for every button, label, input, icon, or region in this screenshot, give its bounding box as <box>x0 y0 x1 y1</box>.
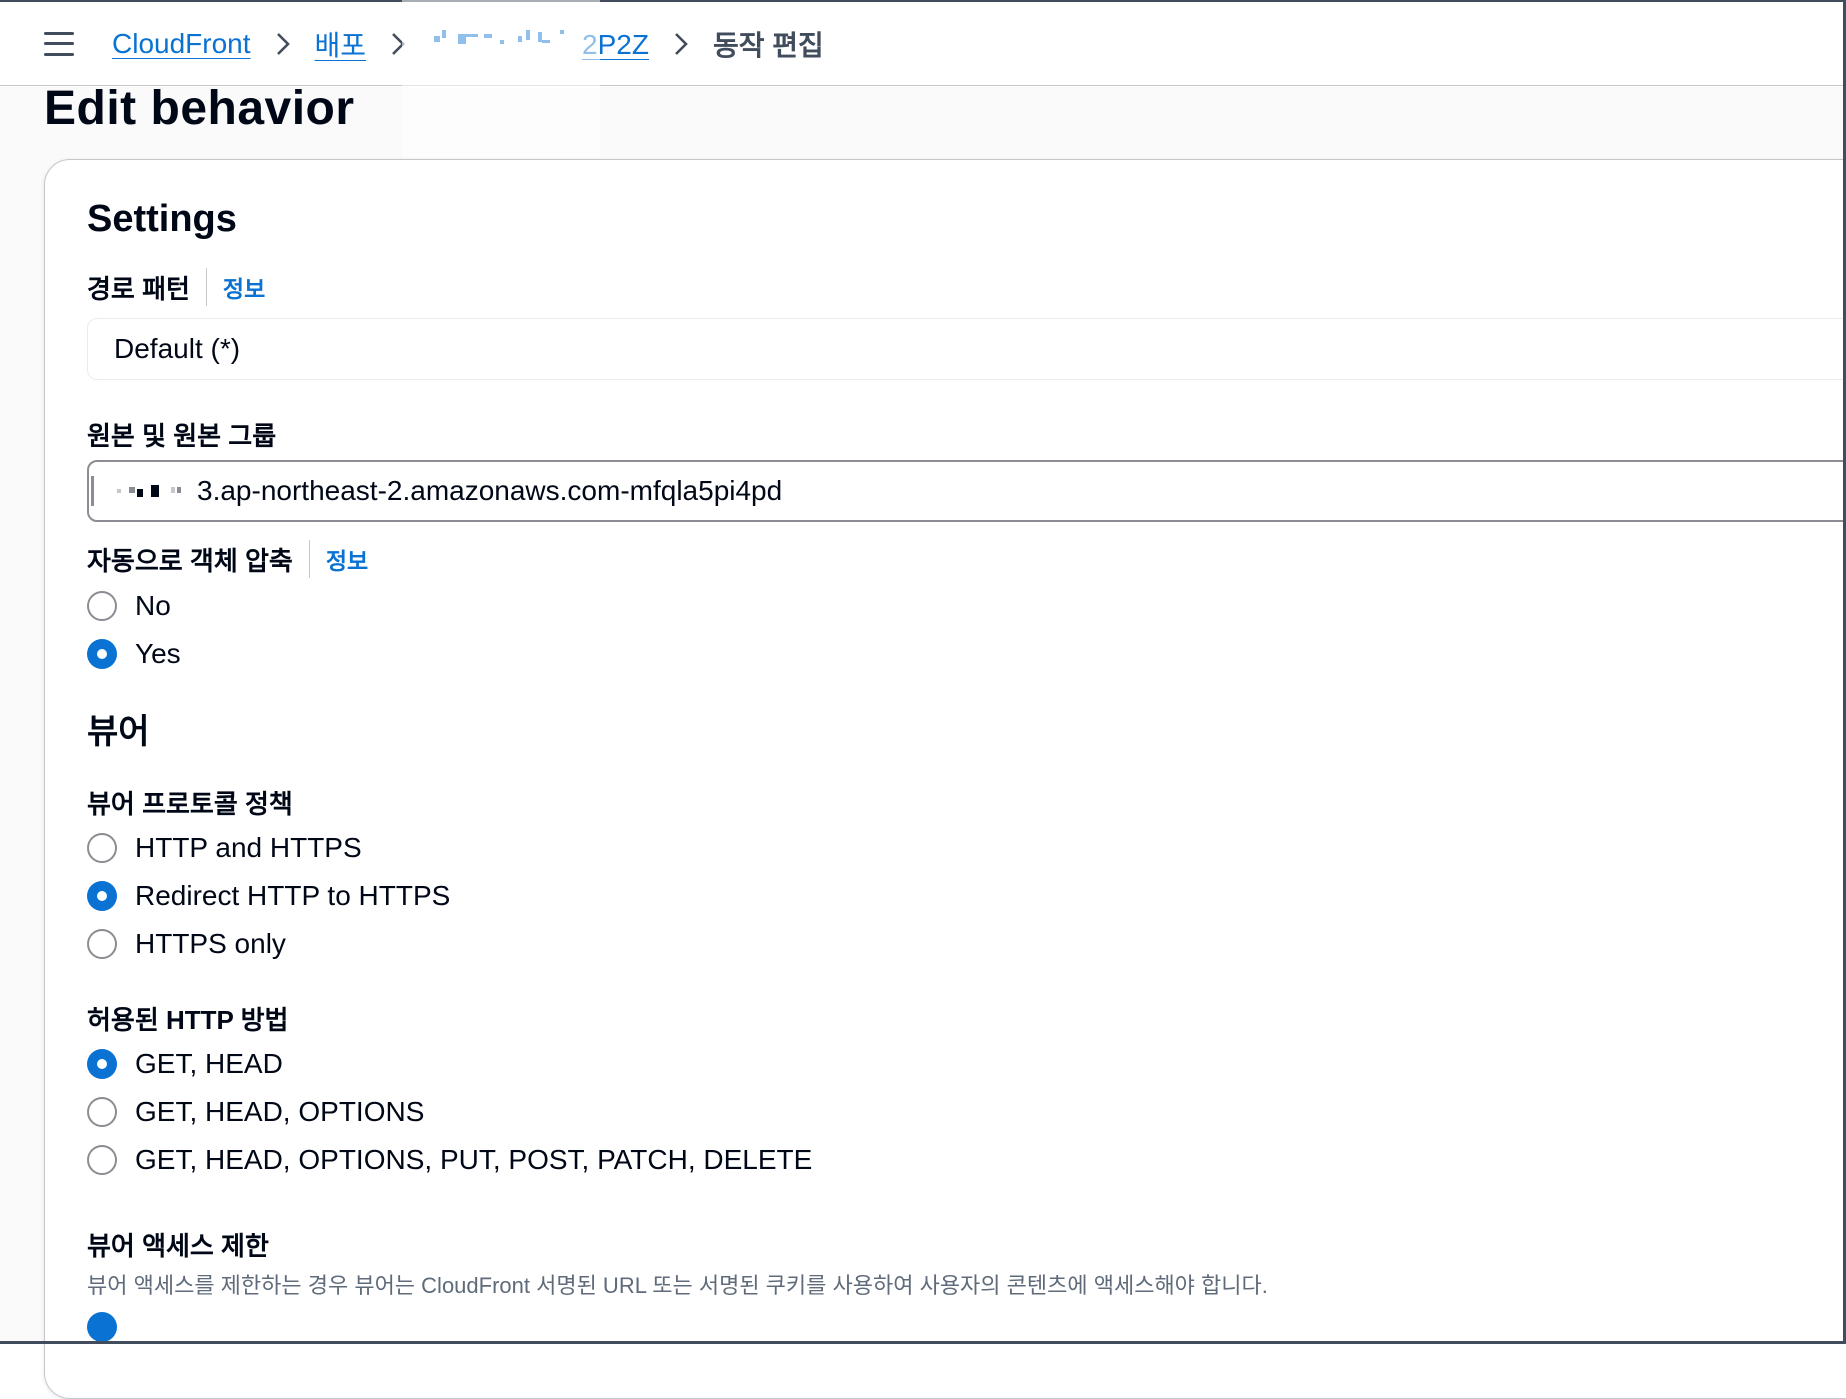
origin-label: 원본 및 원본 그룹 <box>87 416 276 453</box>
radio-unchecked-icon[interactable] <box>87 591 117 621</box>
path-pattern-value: Default (*) <box>114 333 240 365</box>
allowed-methods-label: 허용된 HTTP 방법 <box>87 1000 288 1037</box>
protocol-option-http-and-https[interactable]: HTTP and HTTPS <box>87 824 450 872</box>
radio-checked-icon[interactable] <box>87 639 117 669</box>
overlay-patch <box>402 0 600 158</box>
radio-unchecked-icon[interactable] <box>87 929 117 959</box>
breadcrumb-distributions[interactable]: 배포 <box>315 24 367 64</box>
protocol-option-redirect-to-https[interactable]: Redirect HTTP to HTTPS <box>87 872 450 920</box>
chevron-right-icon <box>275 31 291 57</box>
breadcrumb-current: 동작 편집 <box>713 24 824 64</box>
origin-label-row: 원본 및 원본 그룹 <box>87 416 276 453</box>
path-pattern-info-link[interactable]: 정보 <box>223 270 265 304</box>
allowed-methods-radio-group: GET, HEAD GET, HEAD, OPTIONS GET, HEAD, … <box>87 1040 812 1184</box>
methods-option-get-head-options[interactable]: GET, HEAD, OPTIONS <box>87 1088 812 1136</box>
chevron-right-icon <box>673 31 689 57</box>
radio-unchecked-icon[interactable] <box>87 833 117 863</box>
redacted-text <box>115 481 193 501</box>
protocol-policy-label: 뷰어 프로토콜 정책 <box>87 784 293 821</box>
top-breadcrumb-bar: CloudFront 배포 2P2Z <box>0 0 1846 86</box>
protocol-policy-label-row: 뷰어 프로토콜 정책 <box>87 784 293 821</box>
protocol-option-https-only[interactable]: HTTPS only <box>87 920 450 968</box>
path-pattern-label-row: 경로 패턴 정보 <box>87 268 265 306</box>
radio-checked-icon[interactable] <box>87 1312 117 1342</box>
origin-value: 3.ap-northeast-2.amazonaws.com-mfqla5pi4… <box>197 475 782 507</box>
compress-option-yes[interactable]: Yes <box>87 630 181 678</box>
compress-label: 자동으로 객체 압축 <box>87 541 293 578</box>
methods-option-all[interactable]: GET, HEAD, OPTIONS, PUT, POST, PATCH, DE… <box>87 1136 812 1184</box>
compress-option-no[interactable]: No <box>87 582 181 630</box>
compress-label-row: 자동으로 객체 압축 정보 <box>87 540 368 578</box>
methods-option-get-head[interactable]: GET, HEAD <box>87 1040 812 1088</box>
viewer-heading: 뷰어 <box>87 704 150 753</box>
radio-unchecked-icon[interactable] <box>87 1097 117 1127</box>
restrict-access-label: 뷰어 액세스 제한 <box>87 1226 269 1263</box>
path-pattern-field: Default (*) <box>87 318 1846 380</box>
allowed-methods-label-row: 허용된 HTTP 방법 <box>87 1000 288 1037</box>
origin-select[interactable]: 3.ap-northeast-2.amazonaws.com-mfqla5pi4… <box>87 460 1846 522</box>
radio-checked-icon[interactable] <box>87 1049 117 1079</box>
protocol-policy-radio-group: HTTP and HTTPS Redirect HTTP to HTTPS HT… <box>87 824 450 968</box>
restrict-access-label-row: 뷰어 액세스 제한 <box>87 1226 269 1263</box>
menu-icon[interactable] <box>44 32 74 56</box>
breadcrumb-cloudfront[interactable]: CloudFront <box>112 28 251 60</box>
compress-info-link[interactable]: 정보 <box>326 542 368 576</box>
compress-radio-group: No Yes <box>87 582 181 678</box>
settings-card: Settings 경로 패턴 정보 Default (*) 원본 및 원본 그룹 <box>44 159 1846 1399</box>
settings-title: Settings <box>87 198 237 241</box>
path-pattern-label: 경로 패턴 <box>87 269 190 306</box>
restrict-access-description: 뷰어 액세스를 제한하는 경우 뷰어는 CloudFront 서명된 URL 또… <box>87 1268 1268 1300</box>
main-content: Edit behavior Settings 경로 패턴 정보 Default … <box>0 87 1846 1344</box>
radio-checked-icon[interactable] <box>87 881 117 911</box>
radio-unchecked-icon[interactable] <box>87 1145 117 1175</box>
page-title: Edit behavior <box>44 81 355 136</box>
